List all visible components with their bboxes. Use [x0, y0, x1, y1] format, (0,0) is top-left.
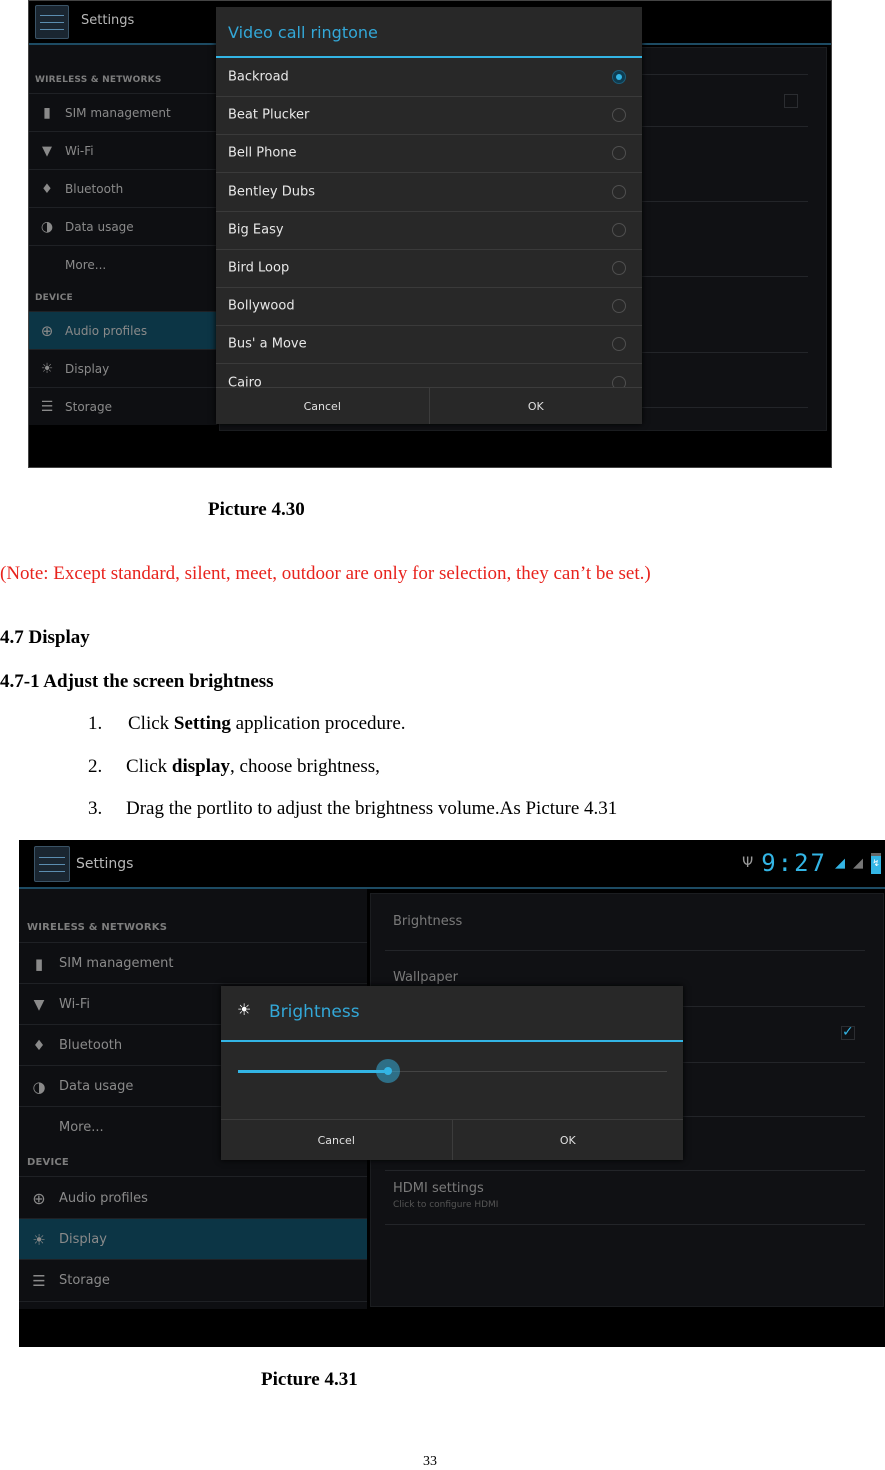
- ringtone-option-label: Bus' a Move: [228, 336, 307, 352]
- settings-app-icon: [35, 5, 69, 39]
- ringtone-option[interactable]: Backroad: [216, 58, 642, 97]
- page-number: 33: [423, 1454, 437, 1469]
- ringtone-option[interactable]: Bus' a Move: [216, 325, 642, 365]
- sidebar-item-display[interactable]: ☀ Display: [29, 349, 217, 388]
- ringtone-option[interactable]: Bentley Dubs: [216, 173, 642, 212]
- section-header-device: DEVICE: [35, 293, 73, 303]
- audio-profiles-icon: ⊕: [32, 1188, 46, 1208]
- storage-icon: ☰: [40, 399, 54, 415]
- ok-button[interactable]: OK: [451, 1120, 684, 1160]
- radio-unselected-icon[interactable]: [612, 337, 626, 352]
- signal-icon: ◢: [853, 855, 863, 871]
- note-text: (Note: Except standard, silent, meet, ou…: [0, 563, 651, 584]
- wifi-icon: ▼: [42, 143, 52, 159]
- ringtone-option-label: Backroad: [228, 69, 289, 85]
- data-signal-icon: ◢: [835, 855, 845, 871]
- ringtone-option[interactable]: Bell Phone: [216, 134, 642, 174]
- display-icon: ☀: [40, 361, 54, 377]
- ringtone-option-label: Big Easy: [228, 222, 284, 238]
- caption-picture-4-30: Picture 4.30: [208, 499, 305, 520]
- data-usage-icon: ◑: [32, 1077, 46, 1096]
- wifi-icon: ▼: [33, 996, 45, 1013]
- subsection-heading: 4.7-1 Adjust the screen brightness: [0, 671, 274, 692]
- section-heading: 4.7 Display: [0, 627, 90, 648]
- ringtone-option-label: Bollywood: [228, 298, 295, 314]
- sidebar-item-sim-management[interactable]: ▮ SIM management: [19, 942, 367, 984]
- ringtone-option[interactable]: Bollywood: [216, 287, 642, 327]
- sidebar-item-bluetooth[interactable]: ♦ Bluetooth: [29, 169, 217, 208]
- screenshot-picture-4-31: Settings Ψ 9:27 ◢ ◢ ↯ WIRELESS & NETWORK…: [19, 840, 885, 1347]
- dialog-title: Video call ringtone: [228, 23, 378, 42]
- detail-row-hdmi[interactable]: HDMI settings Click to configure HDMI: [385, 1170, 865, 1225]
- dialog-title-divider: [221, 1040, 683, 1042]
- sidebar-item-storage[interactable]: ☰ Storage: [29, 387, 217, 426]
- brightness-dialog: ☀ Brightness Cancel OK: [221, 986, 683, 1160]
- sidebar-item-audio-profiles[interactable]: ⊕ Audio profiles: [29, 311, 217, 350]
- caption-picture-4-31: Picture 4.31: [261, 1369, 358, 1390]
- sidebar-item-wifi[interactable]: ▼ Wi-Fi: [29, 131, 217, 170]
- dialog-title: Brightness: [269, 1002, 360, 1022]
- cancel-button[interactable]: Cancel: [221, 1120, 452, 1160]
- radio-unselected-icon[interactable]: [612, 108, 626, 123]
- ringtone-list: Backroad Beat Plucker Bell Phone Bentley Du…: [216, 58, 642, 388]
- ringtone-option-label: Bird Loop: [228, 260, 290, 276]
- sim-icon: ▮: [43, 105, 51, 121]
- step-1: 1. Click Setting application procedure.: [88, 713, 406, 734]
- dialog-button-bar: Cancel OK: [221, 1119, 683, 1160]
- cancel-button[interactable]: Cancel: [216, 388, 429, 424]
- slider-thumb[interactable]: [376, 1059, 401, 1083]
- brightness-slider[interactable]: [238, 1059, 667, 1083]
- ringtone-option[interactable]: Beat Plucker: [216, 96, 642, 136]
- ringtone-option[interactable]: Cairo: [216, 364, 642, 388]
- clock: 9:27: [761, 849, 827, 877]
- sim-icon: ▮: [34, 954, 44, 973]
- step-3: 3. Drag the portlito to adjust the bright…: [88, 798, 618, 819]
- app-title: Settings: [76, 856, 134, 872]
- dialog-button-bar: Cancel OK: [216, 387, 642, 424]
- radio-unselected-icon[interactable]: [612, 222, 626, 237]
- radio-unselected-icon[interactable]: [612, 184, 626, 199]
- slider-fill: [238, 1070, 389, 1073]
- battery-charging-icon: ↯: [871, 852, 881, 874]
- radio-unselected-icon[interactable]: [612, 146, 626, 161]
- settings-sidebar: WIRELESS & NETWORKS ▮ SIM management ▼ W…: [29, 45, 217, 425]
- ringtone-option-label: Bentley Dubs: [228, 184, 315, 200]
- radio-unselected-icon[interactable]: [612, 261, 626, 275]
- checkbox[interactable]: [784, 94, 798, 108]
- step-2: 2. Click display, choose brightness,: [88, 756, 380, 777]
- action-bar: Settings Ψ 9:27 ◢ ◢ ↯: [19, 840, 885, 889]
- ringtone-dialog: Video call ringtone Backroad Beat Plucker…: [216, 7, 642, 424]
- radio-unselected-icon[interactable]: [612, 299, 626, 314]
- sidebar-item-more[interactable]: More...: [29, 245, 217, 284]
- ringtone-option-label: Beat Plucker: [228, 107, 310, 123]
- status-bar: Ψ 9:27 ◢ ◢ ↯: [742, 849, 881, 877]
- sidebar-item-audio-profiles[interactable]: ⊕ Audio profiles: [19, 1176, 367, 1219]
- ringtone-option[interactable]: Bird Loop: [216, 249, 642, 288]
- auto-rotate-checkbox[interactable]: ✓: [841, 1025, 855, 1040]
- bluetooth-icon: ♦: [32, 1037, 46, 1054]
- screenshot-picture-4-30: Settings WIRELESS & NETWORKS ▮ SIM manag…: [28, 0, 832, 468]
- display-icon: ☀: [32, 1230, 46, 1249]
- section-header-device: DEVICE: [27, 1157, 69, 1168]
- data-usage-icon: ◑: [40, 219, 54, 235]
- sidebar-item-data-usage[interactable]: ◑ Data usage: [29, 207, 217, 246]
- ringtone-option-label: Bell Phone: [228, 145, 297, 161]
- brightness-icon: ☀: [237, 1000, 252, 1019]
- sidebar-item-sim-management[interactable]: ▮ SIM management: [29, 93, 217, 132]
- usb-icon: Ψ: [742, 855, 754, 871]
- audio-profiles-icon: ⊕: [40, 322, 54, 340]
- detail-row-brightness[interactable]: Brightness: [385, 894, 865, 951]
- ringtone-option[interactable]: Big Easy: [216, 211, 642, 250]
- storage-icon: ☰: [32, 1271, 46, 1290]
- section-header-wireless: WIRELESS & NETWORKS: [27, 922, 168, 933]
- settings-app-icon: [34, 846, 70, 882]
- sidebar-item-display[interactable]: ☀ Display: [19, 1218, 367, 1260]
- bluetooth-icon: ♦: [41, 181, 53, 197]
- ok-button[interactable]: OK: [428, 388, 643, 424]
- app-title: Settings: [81, 13, 135, 28]
- sidebar-item-storage[interactable]: ☰ Storage: [19, 1259, 367, 1302]
- section-header-wireless: WIRELESS & NETWORKS: [35, 75, 162, 85]
- radio-selected-icon[interactable]: [612, 70, 626, 84]
- underline-decoration: [624, 464, 816, 466]
